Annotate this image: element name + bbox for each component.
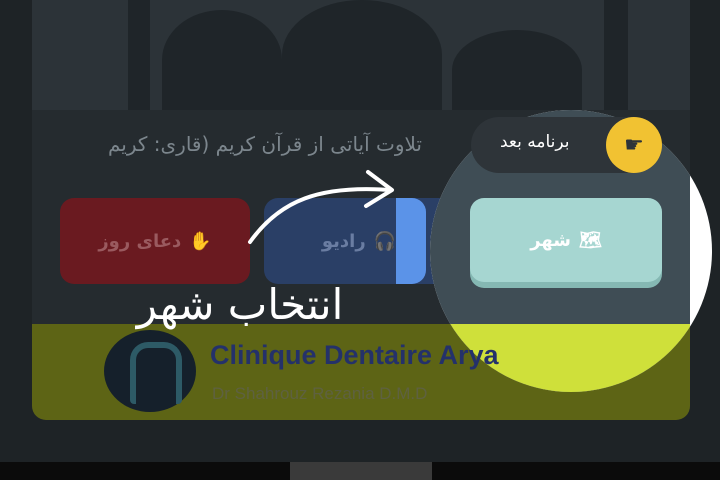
home-indicator[interactable]	[290, 462, 432, 480]
daily-prayer-button[interactable]: ✋ دعای روز	[60, 198, 250, 284]
mosque-header-art	[32, 0, 690, 110]
minaret-left	[128, 0, 150, 110]
clinic-doctor: Dr Shahrouz Rezania D.M.D	[212, 384, 428, 403]
mosque-dome-right	[452, 30, 582, 110]
tutorial-arrow-icon	[248, 170, 394, 244]
mosque-dome-left	[162, 10, 282, 110]
city-label: شهر	[530, 229, 571, 251]
map-icon: 🗺	[578, 229, 602, 251]
program-subtitle: تلاوت آیاتی از قرآن کریم (قاری: کریم	[107, 132, 422, 156]
praying-hands-icon: ✋	[189, 230, 212, 252]
mosque-dome-center	[282, 0, 442, 110]
tooth-icon	[130, 342, 182, 404]
daily-prayer-label: دعای روز	[98, 230, 182, 252]
minaret-right	[604, 0, 628, 110]
clinic-name: Clinique Dentaire Arya	[210, 340, 499, 370]
next-step-label: برنامه بعد	[500, 132, 570, 152]
city-button[interactable]: 🗺 شهر	[470, 198, 662, 282]
tutorial-hint: انتخاب شهر	[136, 280, 344, 329]
pointing-hand-icon[interactable]: ☛	[606, 117, 662, 173]
